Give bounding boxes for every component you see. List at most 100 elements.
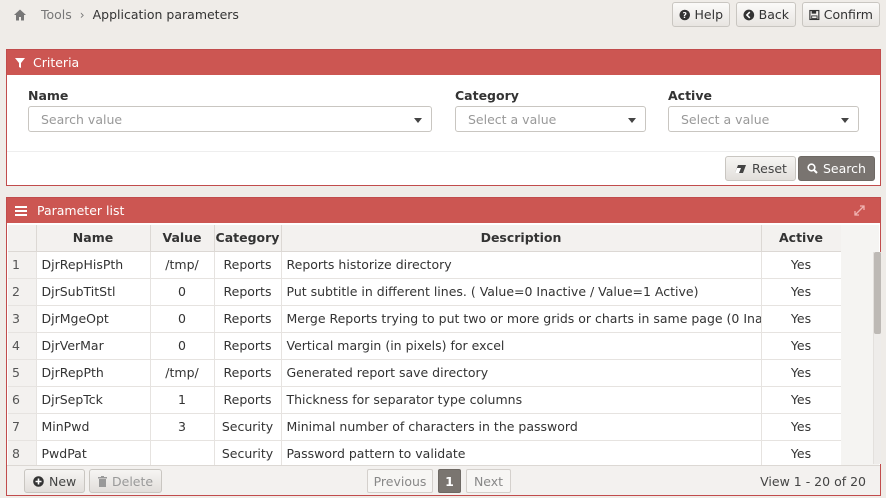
cell-description: Vertical margin (in pixels) for excel [281,332,762,360]
top-bar: Tools › Application parameters ? Help Ba… [0,0,886,30]
column-header-value[interactable]: Value [150,225,215,252]
cell-category: Security [214,440,282,468]
chevron-down-icon [414,118,422,123]
scrollbar-thumb[interactable] [874,252,881,334]
table-row[interactable]: 3 DjrMgeOpt 0 Reports Merge Reports trying t… [8,305,842,333]
new-button[interactable]: New [24,469,86,493]
breadcrumb-current: Application parameters [92,7,239,22]
cell-value: 3 [150,413,215,441]
parameter-list-panel: Parameter list Name Value Category Descr… [6,197,881,496]
table-header-row: Name Value Category Description Active [8,225,842,252]
cell-value: /tmp/ [150,251,215,279]
row-number: 2 [8,278,37,306]
expand-icon[interactable] [854,205,865,216]
cell-description: Thickness for separator type columns [281,386,762,414]
cell-value: 0 [150,332,215,360]
question-circle-icon: ? [679,9,691,20]
category-select[interactable]: Select a value [455,106,646,132]
parameter-list-title: Parameter list [37,203,125,218]
svg-text:?: ? [683,10,687,19]
save-icon [809,9,820,20]
row-number: 3 [8,305,37,333]
cell-description: Put subtitle in different lines. ( Value… [281,278,762,306]
search-icon [807,163,818,174]
criteria-panel: Criteria Name Search value Category Sele… [6,49,881,186]
criteria-title: Criteria [33,55,80,70]
cell-value [150,440,215,468]
name-label: Name [28,88,69,103]
name-search-input[interactable]: Search value [28,106,432,132]
view-range-info: View 1 - 20 of 20 [760,474,866,489]
cell-active: Yes [761,386,842,414]
table-row[interactable]: 1 DjrRepHisPth/tmp/Reports Reports histori… [8,251,842,279]
cell-category: Reports [214,251,282,279]
home-icon[interactable] [13,8,27,22]
criteria-header: Criteria [7,50,880,75]
confirm-label: Confirm [823,7,873,22]
cell-active: Yes [761,359,842,387]
table-row[interactable]: 8 PwdPat Security Password pattern to valid… [8,440,842,468]
column-header-name[interactable]: Name [36,225,151,252]
eraser-icon [735,164,746,173]
column-header-active[interactable]: Active [761,225,842,252]
confirm-button[interactable]: Confirm [802,2,880,27]
breadcrumb-tools[interactable]: Tools [41,7,72,22]
new-label: New [49,473,77,489]
search-button[interactable]: Search [798,156,875,181]
back-label: Back [758,7,789,22]
help-label: Help [694,7,724,22]
breadcrumb-separator-icon: › [79,7,85,22]
row-number: 5 [8,359,37,387]
cell-value: 1 [150,386,215,414]
reset-label: Reset [752,161,787,176]
plus-circle-icon [33,475,44,487]
active-select[interactable]: Select a value [668,106,859,132]
cell-active: Yes [761,440,842,468]
cell-name: DjrSubTitStl [36,278,151,306]
arrow-left-circle-icon [743,9,755,20]
cell-name: MinPwd [36,413,151,441]
cell-active: Yes [761,251,842,279]
list-icon [15,205,27,216]
chevron-down-icon [841,118,849,123]
breadcrumb: Tools › Application parameters [13,7,239,22]
category-placeholder: Select a value [468,111,557,127]
cell-name: DjrMgeOpt [36,305,151,333]
table-row[interactable]: 5 DjrRepPth/tmp/Reports Generated report s… [8,359,842,387]
cell-description: Generated report save directory [281,359,762,387]
current-page-button[interactable]: 1 [438,469,461,493]
previous-page-button[interactable]: Previous [367,469,433,493]
column-header-rownum [8,225,37,252]
next-page-button[interactable]: Next [466,469,511,493]
cell-description: Password pattern to validate [281,440,762,468]
column-header-category[interactable]: Category [214,225,282,252]
parameter-table: Name Value Category Description Active 1… [8,225,842,468]
active-placeholder: Select a value [681,111,770,127]
cell-category: Reports [214,386,282,414]
cell-name: DjrRepPth [36,359,151,387]
cell-name: PwdPat [36,440,151,468]
cell-value: 0 [150,305,215,333]
column-header-description[interactable]: Description [281,225,762,252]
search-label: Search [823,161,866,176]
table-row[interactable]: 2 DjrSubTitStl 0 Reports Put subtitle in dif… [8,278,842,306]
delete-label: Delete [112,473,154,489]
table-row[interactable]: 7 MinPwd 3 Security Minimal number of charac… [8,413,842,441]
parameter-list-header: Parameter list [7,198,880,223]
chevron-down-icon [628,118,636,123]
cell-value: /tmp/ [150,359,215,387]
cell-description: Minimal number of characters in the pass… [281,413,762,441]
table-row[interactable]: 4 DjrVerMar 0 Reports Vertical margin (in pi… [8,332,842,360]
reset-button[interactable]: Reset [725,156,796,181]
cell-name: DjrRepHisPth [36,251,151,279]
cell-category: Reports [214,359,282,387]
name-placeholder: Search value [41,111,123,127]
cell-active: Yes [761,413,842,441]
help-button[interactable]: ? Help [672,2,730,27]
cell-name: DjrSepTck [36,386,151,414]
table-row[interactable]: 6 DjrSepTck 1 Reports Thickness for separato… [8,386,842,414]
active-label: Active [668,88,712,103]
criteria-divider [7,151,880,152]
delete-button[interactable]: Delete [89,469,163,493]
back-button[interactable]: Back [736,2,796,27]
